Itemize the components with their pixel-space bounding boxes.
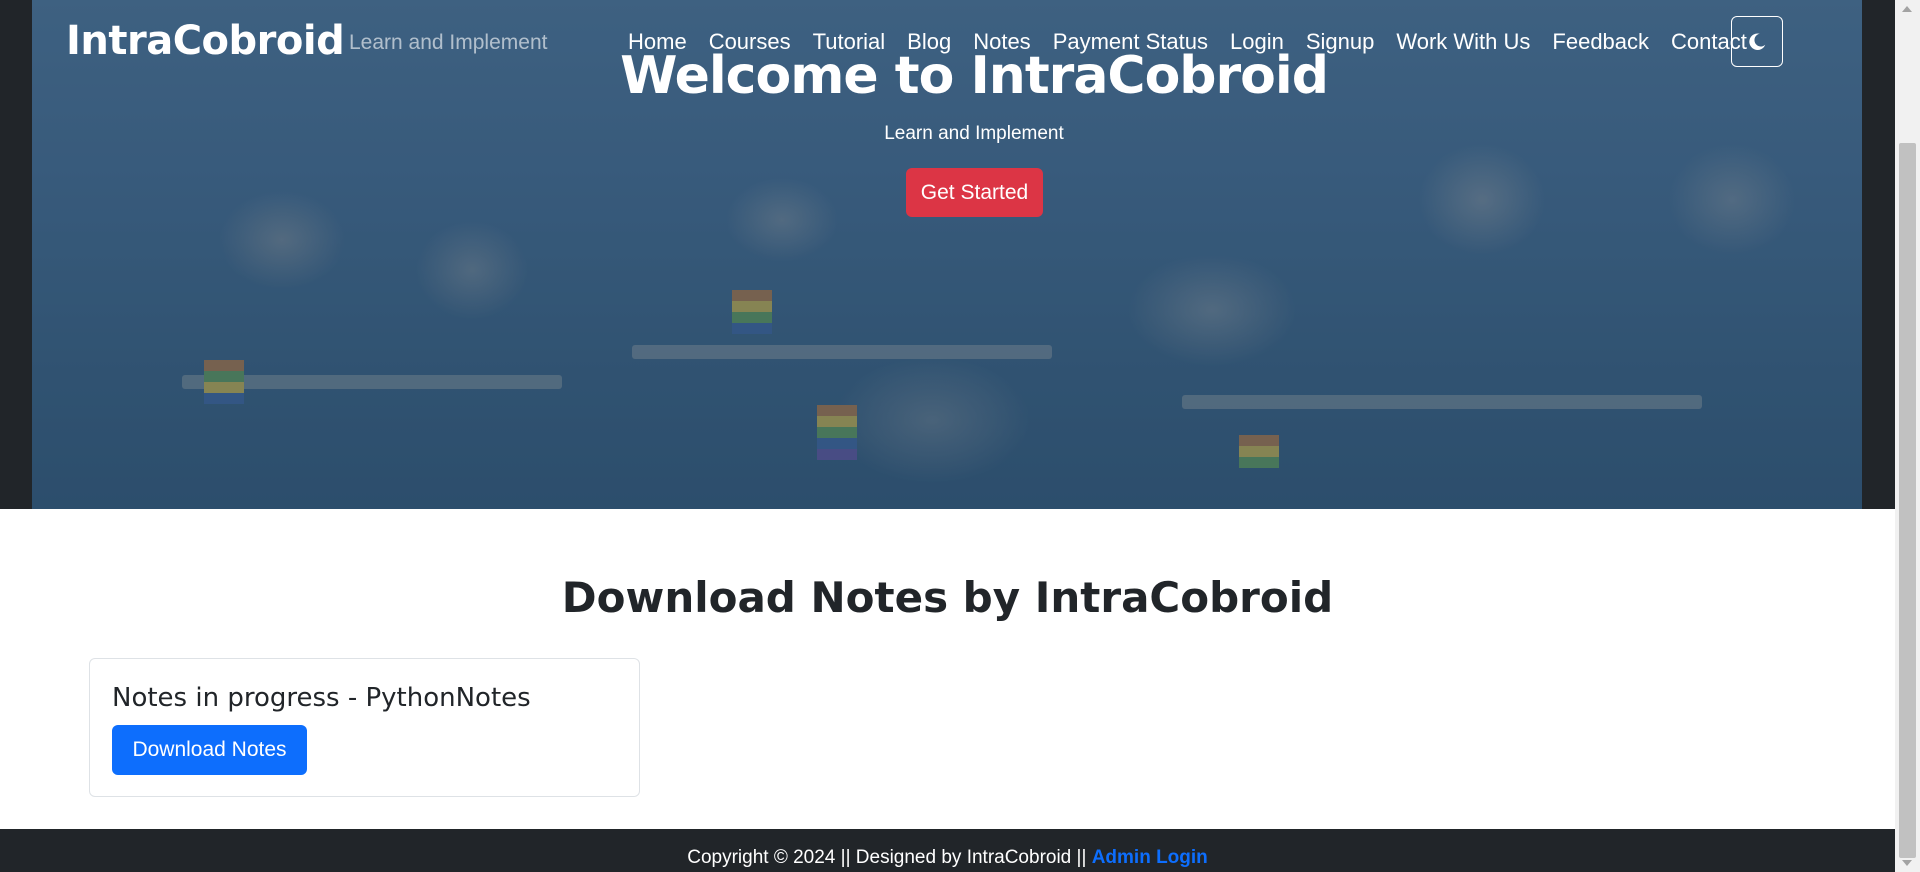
nav-link-work-with-us[interactable]: Work With Us — [1396, 29, 1530, 55]
download-notes-button[interactable]: Download Notes — [112, 725, 307, 775]
brand-logo[interactable]: IntraCobroid — [66, 18, 345, 64]
notes-card: Notes in progress - PythonNotes Download… — [89, 658, 640, 797]
nav-link-feedback[interactable]: Feedback — [1552, 29, 1649, 55]
nav-links: Home Courses Tutorial Blog Notes Payment… — [628, 29, 1769, 55]
get-started-button[interactable]: Get Started — [906, 168, 1043, 217]
scrollbar-thumb[interactable] — [1899, 143, 1916, 858]
scrollbar[interactable] — [1895, 0, 1920, 872]
footer-copyright: Copyright © 2024 || Designed by IntraCob… — [687, 847, 1092, 868]
page: Welcome to IntraCobroid Learn and Implem… — [0, 0, 1895, 872]
navbar: IntraCobroid Learn and Implement Home Co… — [0, 0, 1895, 86]
nav-link-courses[interactable]: Courses — [709, 29, 791, 55]
section-title: Download Notes by IntraCobroid — [561, 573, 1334, 622]
nav-link-tutorial[interactable]: Tutorial — [813, 29, 886, 55]
hero-subtitle: Learn and Implement — [884, 123, 1064, 144]
footer: Copyright © 2024 || Designed by IntraCob… — [0, 829, 1895, 872]
nav-link-signup[interactable]: Signup — [1306, 29, 1375, 55]
moon-icon — [1749, 32, 1766, 50]
scroll-down-arrow-icon[interactable] — [1902, 860, 1912, 866]
scroll-up-arrow-icon[interactable] — [1902, 6, 1912, 12]
nav-link-payment-status[interactable]: Payment Status — [1053, 29, 1208, 55]
nav-link-login[interactable]: Login — [1230, 29, 1284, 55]
admin-login-link[interactable]: Admin Login — [1092, 847, 1208, 868]
brand-tagline: Learn and Implement — [349, 31, 548, 54]
nav-link-blog[interactable]: Blog — [907, 29, 951, 55]
card-title: Notes in progress - PythonNotes — [112, 683, 531, 713]
nav-link-home[interactable]: Home — [628, 29, 687, 55]
theme-toggle-button[interactable] — [1731, 16, 1783, 67]
nav-link-notes[interactable]: Notes — [973, 29, 1030, 55]
